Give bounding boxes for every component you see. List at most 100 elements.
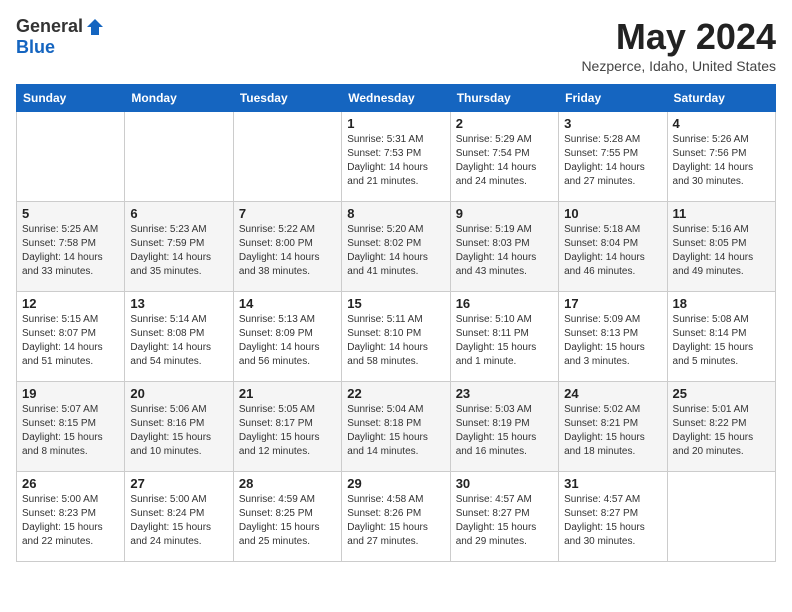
calendar-cell: 7 Sunrise: 5:22 AM Sunset: 8:00 PM Daylig… bbox=[233, 202, 341, 292]
day-info: Sunrise: 5:26 AM Sunset: 7:56 PM Dayligh… bbox=[673, 133, 770, 189]
day-info: Sunrise: 5:23 AM Sunset: 7:59 PM Dayligh… bbox=[130, 223, 227, 279]
day-number: 25 bbox=[673, 386, 770, 401]
calendar-cell: 18 Sunrise: 5:08 AM Sunset: 8:14 PM Dayli… bbox=[667, 292, 775, 382]
calendar-cell: 13Sunrise: 5:14 AM Sunset: 8:08 PM Dayli… bbox=[125, 292, 233, 382]
day-number: 7 bbox=[239, 206, 336, 221]
day-info: Sunrise: 5:02 AM Sunset: 8:21 PM Dayligh… bbox=[564, 403, 661, 459]
day-number: 15 bbox=[347, 296, 444, 311]
calendar-week-1: 1 Sunrise: 5:31 AM Sunset: 7:53 PM Daylig… bbox=[17, 112, 776, 202]
day-info: Sunrise: 5:15 AM Sunset: 8:07 PM Dayligh… bbox=[22, 313, 119, 369]
day-info: Sunrise: 5:18 AM Sunset: 8:04 PM Dayligh… bbox=[564, 223, 661, 279]
calendar-cell: 22 Sunrise: 5:04 AM Sunset: 8:18 PM Dayli… bbox=[342, 382, 450, 472]
calendar-cell: 10 Sunrise: 5:18 AM Sunset: 8:04 PM Dayli… bbox=[559, 202, 667, 292]
day-info: Sunrise: 5:13 AM Sunset: 8:09 PM Dayligh… bbox=[239, 313, 336, 369]
day-number: 14 bbox=[239, 296, 336, 311]
day-number: 10 bbox=[564, 206, 661, 221]
calendar-cell bbox=[233, 112, 341, 202]
day-info: Sunrise: 5:05 AM Sunset: 8:17 PM Dayligh… bbox=[239, 403, 336, 459]
calendar-cell: 24Sunrise: 5:02 AM Sunset: 8:21 PM Dayli… bbox=[559, 382, 667, 472]
logo: General Blue bbox=[16, 16, 105, 58]
day-info: Sunrise: 4:59 AM Sunset: 8:25 PM Dayligh… bbox=[239, 493, 336, 549]
calendar-week-4: 19 Sunrise: 5:07 AM Sunset: 8:15 PM Dayli… bbox=[17, 382, 776, 472]
day-number: 26 bbox=[22, 476, 119, 491]
day-number: 30 bbox=[456, 476, 553, 491]
day-info: Sunrise: 5:00 AM Sunset: 8:24 PM Dayligh… bbox=[130, 493, 227, 549]
day-info: Sunrise: 5:28 AM Sunset: 7:55 PM Dayligh… bbox=[564, 133, 661, 189]
calendar-cell: 23 Sunrise: 5:03 AM Sunset: 8:19 PM Dayli… bbox=[450, 382, 558, 472]
calendar-cell: 2Sunrise: 5:29 AM Sunset: 7:54 PM Daylig… bbox=[450, 112, 558, 202]
calendar-cell: 19 Sunrise: 5:07 AM Sunset: 8:15 PM Dayli… bbox=[17, 382, 125, 472]
calendar-cell bbox=[125, 112, 233, 202]
day-info: Sunrise: 5:31 AM Sunset: 7:53 PM Dayligh… bbox=[347, 133, 444, 189]
day-number: 21 bbox=[239, 386, 336, 401]
day-number: 5 bbox=[22, 206, 119, 221]
calendar-cell: 27 Sunrise: 5:00 AM Sunset: 8:24 PM Dayli… bbox=[125, 472, 233, 562]
weekday-header-thursday: Thursday bbox=[450, 85, 558, 112]
calendar-cell: 30 Sunrise: 4:57 AM Sunset: 8:27 PM Dayli… bbox=[450, 472, 558, 562]
calendar-cell: 5 Sunrise: 5:25 AM Sunset: 7:58 PM Daylig… bbox=[17, 202, 125, 292]
header: General Blue May 2024 Nezperce, Idaho, U… bbox=[16, 16, 776, 74]
day-number: 16 bbox=[456, 296, 553, 311]
logo-blue-text: Blue bbox=[16, 37, 55, 58]
day-info: Sunrise: 5:01 AM Sunset: 8:22 PM Dayligh… bbox=[673, 403, 770, 459]
day-info: Sunrise: 5:09 AM Sunset: 8:13 PM Dayligh… bbox=[564, 313, 661, 369]
day-info: Sunrise: 5:10 AM Sunset: 8:11 PM Dayligh… bbox=[456, 313, 553, 369]
day-number: 20 bbox=[130, 386, 227, 401]
logo-icon bbox=[85, 17, 105, 37]
day-number: 18 bbox=[673, 296, 770, 311]
day-info: Sunrise: 5:29 AM Sunset: 7:54 PM Dayligh… bbox=[456, 133, 553, 189]
day-info: Sunrise: 5:20 AM Sunset: 8:02 PM Dayligh… bbox=[347, 223, 444, 279]
logo-general-text: General bbox=[16, 16, 83, 37]
calendar-cell: 14 Sunrise: 5:13 AM Sunset: 8:09 PM Dayli… bbox=[233, 292, 341, 382]
calendar-week-2: 5 Sunrise: 5:25 AM Sunset: 7:58 PM Daylig… bbox=[17, 202, 776, 292]
day-number: 11 bbox=[673, 206, 770, 221]
month-title: May 2024 bbox=[581, 16, 776, 58]
day-info: Sunrise: 4:57 AM Sunset: 8:27 PM Dayligh… bbox=[564, 493, 661, 549]
calendar-cell: 1 Sunrise: 5:31 AM Sunset: 7:53 PM Daylig… bbox=[342, 112, 450, 202]
day-info: Sunrise: 5:06 AM Sunset: 8:16 PM Dayligh… bbox=[130, 403, 227, 459]
calendar-cell: 29Sunrise: 4:58 AM Sunset: 8:26 PM Dayli… bbox=[342, 472, 450, 562]
day-number: 29 bbox=[347, 476, 444, 491]
day-info: Sunrise: 5:07 AM Sunset: 8:15 PM Dayligh… bbox=[22, 403, 119, 459]
day-info: Sunrise: 5:00 AM Sunset: 8:23 PM Dayligh… bbox=[22, 493, 119, 549]
calendar-week-3: 12 Sunrise: 5:15 AM Sunset: 8:07 PM Dayli… bbox=[17, 292, 776, 382]
day-number: 3 bbox=[564, 116, 661, 131]
day-info: Sunrise: 5:16 AM Sunset: 8:05 PM Dayligh… bbox=[673, 223, 770, 279]
day-info: Sunrise: 5:25 AM Sunset: 7:58 PM Dayligh… bbox=[22, 223, 119, 279]
day-number: 8 bbox=[347, 206, 444, 221]
calendar-cell: 9Sunrise: 5:19 AM Sunset: 8:03 PM Daylig… bbox=[450, 202, 558, 292]
calendar-cell bbox=[17, 112, 125, 202]
day-info: Sunrise: 5:08 AM Sunset: 8:14 PM Dayligh… bbox=[673, 313, 770, 369]
day-number: 6 bbox=[130, 206, 227, 221]
calendar-week-5: 26 Sunrise: 5:00 AM Sunset: 8:23 PM Dayli… bbox=[17, 472, 776, 562]
day-info: Sunrise: 4:57 AM Sunset: 8:27 PM Dayligh… bbox=[456, 493, 553, 549]
day-number: 23 bbox=[456, 386, 553, 401]
day-number: 19 bbox=[22, 386, 119, 401]
calendar-cell: 12 Sunrise: 5:15 AM Sunset: 8:07 PM Dayli… bbox=[17, 292, 125, 382]
day-number: 31 bbox=[564, 476, 661, 491]
day-number: 12 bbox=[22, 296, 119, 311]
calendar-cell: 4Sunrise: 5:26 AM Sunset: 7:56 PM Daylig… bbox=[667, 112, 775, 202]
calendar-cell: 16 Sunrise: 5:10 AM Sunset: 8:11 PM Dayli… bbox=[450, 292, 558, 382]
header-row: SundayMondayTuesdayWednesdayThursdayFrid… bbox=[17, 85, 776, 112]
weekday-header-friday: Friday bbox=[559, 85, 667, 112]
day-number: 13 bbox=[130, 296, 227, 311]
weekday-header-tuesday: Tuesday bbox=[233, 85, 341, 112]
location-text: Nezperce, Idaho, United States bbox=[581, 58, 776, 74]
calendar-cell: 17Sunrise: 5:09 AM Sunset: 8:13 PM Dayli… bbox=[559, 292, 667, 382]
day-number: 1 bbox=[347, 116, 444, 131]
day-info: Sunrise: 5:03 AM Sunset: 8:19 PM Dayligh… bbox=[456, 403, 553, 459]
day-info: Sunrise: 5:22 AM Sunset: 8:00 PM Dayligh… bbox=[239, 223, 336, 279]
calendar-cell: 20 Sunrise: 5:06 AM Sunset: 8:16 PM Dayli… bbox=[125, 382, 233, 472]
day-number: 28 bbox=[239, 476, 336, 491]
calendar-cell: 21 Sunrise: 5:05 AM Sunset: 8:17 PM Dayli… bbox=[233, 382, 341, 472]
day-number: 22 bbox=[347, 386, 444, 401]
day-number: 27 bbox=[130, 476, 227, 491]
calendar-cell: 31 Sunrise: 4:57 AM Sunset: 8:27 PM Dayli… bbox=[559, 472, 667, 562]
weekday-header-sunday: Sunday bbox=[17, 85, 125, 112]
day-info: Sunrise: 5:04 AM Sunset: 8:18 PM Dayligh… bbox=[347, 403, 444, 459]
calendar-cell bbox=[667, 472, 775, 562]
day-info: Sunrise: 5:19 AM Sunset: 8:03 PM Dayligh… bbox=[456, 223, 553, 279]
day-info: Sunrise: 5:11 AM Sunset: 8:10 PM Dayligh… bbox=[347, 313, 444, 369]
calendar-cell: 8 Sunrise: 5:20 AM Sunset: 8:02 PM Daylig… bbox=[342, 202, 450, 292]
